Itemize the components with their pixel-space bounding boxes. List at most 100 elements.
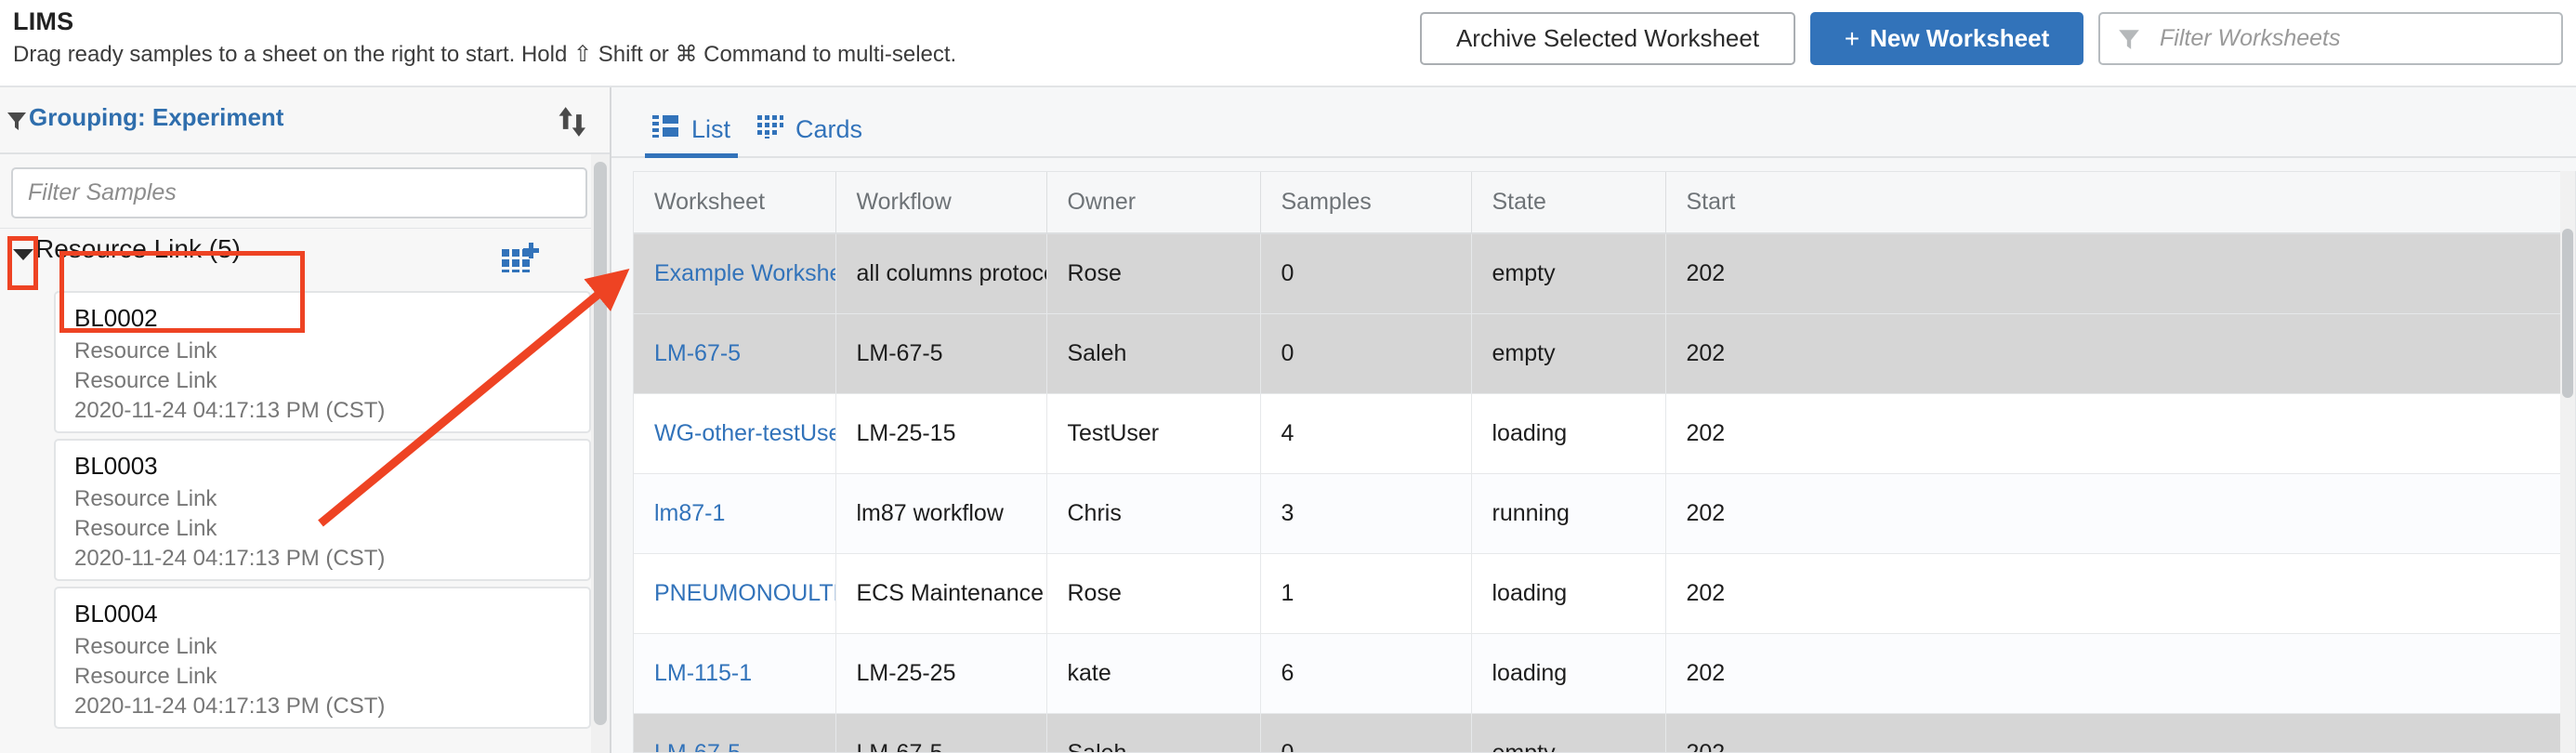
grouping-selector[interactable]: Grouping: Experiment [29, 103, 283, 132]
cell-state: empty [1471, 713, 1666, 752]
worksheets-table-container: Worksheet Workflow Owner Samples State S… [633, 171, 2576, 753]
column-header-worksheet[interactable]: Worksheet [634, 172, 836, 234]
table-row[interactable]: Example Worksheet all columns protocol R… [634, 233, 2575, 314]
funnel-icon [6, 110, 28, 137]
grid-plus-icon[interactable] [500, 236, 541, 278]
sample-group-header: Resource Link (5) [0, 228, 591, 284]
sample-line-2: Resource Link [74, 368, 217, 393]
cell-workflow: LM-67-5 [835, 713, 1047, 752]
cell-worksheet[interactable]: lm87-1 [634, 473, 836, 554]
sample-id: BL0002 [74, 304, 158, 332]
cell-start: 202 [1665, 473, 2575, 554]
cell-state: empty [1471, 233, 1666, 314]
cell-worksheet[interactable]: LM-67-5 [634, 313, 836, 394]
view-tabs: List Cards [611, 87, 2576, 158]
cell-owner: Chris [1046, 473, 1261, 554]
cell-owner: Rose [1046, 553, 1261, 634]
sample-id: BL0004 [74, 600, 158, 628]
worksheet-link[interactable]: Example Worksheet [654, 260, 835, 286]
sidebar-scrollbar-thumb[interactable] [594, 162, 607, 725]
sample-line-2: Resource Link [74, 516, 217, 541]
column-header-start[interactable]: Start [1665, 172, 2575, 234]
cell-state: loading [1471, 553, 1666, 634]
table-row[interactable]: lm87-1 lm87 workflow Chris 3 running 202 [634, 473, 2575, 554]
list-item[interactable]: BL0003 Resource Link Resource Link 2020-… [54, 439, 591, 581]
worksheet-link[interactable]: LM-67-5 [654, 340, 741, 366]
cell-workflow: lm87 workflow [835, 473, 1047, 554]
table-row[interactable]: LM-115-1 LM-25-25 kate 6 loading 202 [634, 633, 2575, 714]
tab-list[interactable]: List [645, 100, 739, 158]
worksheet-link[interactable]: lm87-1 [654, 500, 725, 526]
table-row[interactable]: PNEUMONOULTRAMICROSCOPIC ECS Maintenance… [634, 553, 2575, 634]
cell-owner: Rose [1046, 233, 1261, 314]
cell-worksheet[interactable]: LM-67-5 [634, 713, 836, 753]
cell-worksheet[interactable]: PNEUMONOULTRAMICROSCOPIC [634, 553, 836, 634]
worksheet-link[interactable]: LM-115-1 [654, 660, 752, 686]
cell-samples: 0 [1260, 233, 1472, 314]
cell-state: running [1471, 473, 1666, 554]
cell-workflow: all columns protocol [835, 233, 1047, 314]
cell-workflow: LM-25-15 [835, 393, 1047, 474]
list-item[interactable]: BL0002 Resource Link Resource Link 2020-… [54, 291, 591, 433]
cell-start: 202 [1665, 233, 2575, 314]
sample-list-panel: Filter Samples Resource Link (5) BL0002 … [0, 154, 610, 753]
tab-cards[interactable]: Cards [749, 100, 870, 158]
filter-samples-placeholder: Filter Samples [28, 179, 177, 205]
worksheet-link[interactable]: PNEUMONOULTRAMICROSCOPIC [654, 580, 835, 606]
table-row[interactable]: WG-other-testUser LM-25-15 TestUser 4 lo… [634, 393, 2575, 474]
plus-icon: + [1844, 23, 1860, 53]
sort-updown-icon[interactable] [554, 104, 589, 139]
column-header-owner[interactable]: Owner [1046, 172, 1261, 234]
cell-samples: 0 [1260, 313, 1472, 394]
cell-samples: 6 [1260, 633, 1472, 714]
table-header-row: Worksheet Workflow Owner Samples State S… [634, 172, 2575, 234]
sample-line-1: Resource Link [74, 486, 217, 511]
table-scrollbar-thumb[interactable] [2562, 229, 2573, 398]
new-worksheet-button[interactable]: + New Worksheet [1810, 12, 2083, 65]
cell-start: 202 [1665, 393, 2575, 474]
filter-samples-input[interactable]: Filter Samples [11, 167, 587, 218]
list-item[interactable]: BL0004 Resource Link Resource Link 2020-… [54, 587, 591, 729]
funnel-icon [2117, 27, 2141, 51]
app-header: LIMS Drag ready samples to a sheet on th… [0, 0, 2576, 87]
cell-samples: 0 [1260, 713, 1472, 752]
sample-timestamp: 2020-11-24 04:17:13 PM (CST) [74, 398, 386, 423]
table-row[interactable]: LM-67-5 LM-67-5 Saleh 0 empty 202 [634, 713, 2575, 753]
cell-samples: 1 [1260, 553, 1472, 634]
cell-start: 202 [1665, 633, 2575, 714]
cell-state: loading [1471, 633, 1666, 714]
cell-start: 202 [1665, 313, 2575, 394]
sample-id: BL0003 [74, 452, 158, 480]
cell-workflow: LM-25-25 [835, 633, 1047, 714]
samples-sidebar: Grouping: Experiment Filter Samples Reso… [0, 87, 611, 753]
worksheets-panel: List Cards Worksheet Workflow Owner Samp… [611, 87, 2576, 753]
caret-down-icon[interactable] [13, 249, 33, 260]
cell-start: 202 [1665, 713, 2575, 752]
column-header-state[interactable]: State [1471, 172, 1666, 234]
page-title: LIMS [13, 7, 74, 35]
cell-samples: 4 [1260, 393, 1472, 474]
cell-workflow: LM-67-5 [835, 313, 1047, 394]
worksheet-link[interactable]: LM-67-5 [654, 740, 741, 753]
sample-line-1: Resource Link [74, 338, 217, 363]
column-header-workflow[interactable]: Workflow [835, 172, 1047, 234]
filter-worksheets-input[interactable]: Filter Worksheets [2098, 12, 2563, 65]
column-header-samples[interactable]: Samples [1260, 172, 1472, 234]
sample-timestamp: 2020-11-24 04:17:13 PM (CST) [74, 694, 386, 719]
tab-cards-label: Cards [795, 114, 863, 143]
cell-state: loading [1471, 393, 1666, 474]
grouping-bar: Grouping: Experiment [0, 87, 610, 154]
cell-worksheet[interactable]: WG-other-testUser [634, 393, 836, 474]
page-subtitle: Drag ready samples to a sheet on the rig… [13, 42, 957, 67]
table-row[interactable]: LM-67-5 LM-67-5 Saleh 0 empty 202 [634, 313, 2575, 394]
cell-owner: TestUser [1046, 393, 1261, 474]
cell-worksheet[interactable]: Example Worksheet [634, 233, 836, 314]
worksheet-link[interactable]: WG-other-testUser [654, 420, 835, 446]
tab-list-label: List [691, 114, 731, 143]
cell-state: empty [1471, 313, 1666, 394]
sample-line-1: Resource Link [74, 634, 217, 659]
cell-worksheet[interactable]: LM-115-1 [634, 633, 836, 714]
archive-selected-worksheet-button[interactable]: Archive Selected Worksheet [1420, 12, 1795, 65]
sample-timestamp: 2020-11-24 04:17:13 PM (CST) [74, 546, 386, 571]
filter-worksheets-placeholder: Filter Worksheets [2160, 25, 2341, 51]
